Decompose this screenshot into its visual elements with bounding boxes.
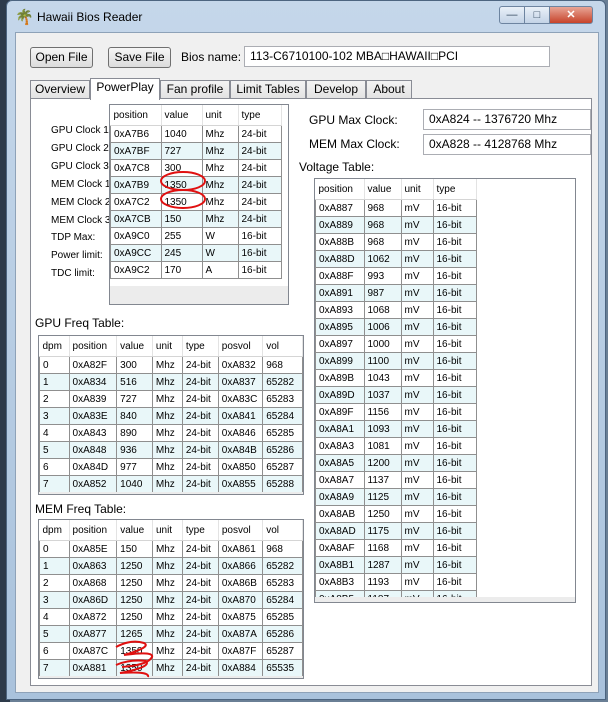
palm-tree-icon: 🌴 [15, 9, 34, 26]
tab-about[interactable]: About [366, 80, 412, 98]
powerplay-page: GPU Clock 1: GPU Clock 2: GPU Clock 3: MEM … [30, 98, 592, 686]
annotation-circle-mem-clock-1 [160, 171, 206, 191]
tab-fan-profile[interactable]: Fan profile [160, 80, 230, 98]
bios-name-field[interactable]: 113-C6710100-102 MBA□HAWAII□PCI [244, 46, 550, 67]
maximize-button[interactable]: □ [524, 6, 550, 24]
open-file-button[interactable]: Open File [30, 47, 93, 68]
minimize-button[interactable]: — [499, 6, 525, 24]
title-bar[interactable]: 🌴 Hawaii Bios Reader — □ ✕ [7, 1, 605, 33]
annotation-circle-mem-clock-2 [160, 189, 206, 209]
save-file-button[interactable]: Save File [108, 47, 171, 68]
client-area: Open File Save File Bios name: 113-C6710… [15, 32, 599, 693]
window-title: Hawaii Bios Reader [37, 10, 143, 24]
tab-overview[interactable]: Overview [30, 80, 90, 98]
close-button[interactable]: ✕ [549, 6, 593, 24]
tab-powerplay[interactable]: PowerPlay [90, 78, 160, 100]
tab-develop[interactable]: Develop [306, 80, 366, 98]
tab-limit-tables[interactable]: Limit Tables [230, 80, 306, 98]
app-window: 🌴 Hawaii Bios Reader — □ ✕ Open File Sav… [6, 0, 606, 700]
red-annotation-overlay [115, 171, 206, 678]
bios-name-label: Bios name: [181, 50, 242, 64]
